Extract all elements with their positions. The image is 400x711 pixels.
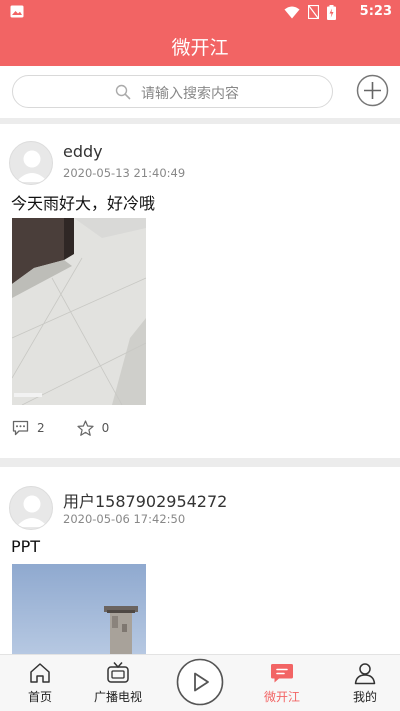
chat-icon [271,664,293,683]
post-timestamp: 2020-05-06 17:42:50 [63,512,186,526]
title-bar: 微开江 [0,24,400,66]
post-photo[interactable] [12,564,146,654]
image-notification-icon [10,5,24,18]
wifi-icon [284,6,300,18]
search-icon [115,84,131,100]
page-title: 微开江 [171,37,229,59]
tab-weikaijiang[interactable]: 微开江 [242,655,322,711]
comment-icon [12,420,29,436]
like-action[interactable]: 0 [77,419,110,437]
star-icon [77,419,94,436]
post-actions: 2 0 [12,418,141,438]
user-icon [354,663,376,685]
comment-action[interactable]: 2 [12,420,45,436]
post-text: PPT [11,537,41,556]
default-avatar-icon [16,495,48,527]
search-row: 请输入搜索内容 [0,66,400,118]
post-username[interactable]: eddy [63,142,103,161]
tab-mine[interactable]: 我的 [325,655,400,711]
post-card[interactable]: eddy 2020-05-13 21:40:49 今天雨好大，好冷哦 2 0 [0,124,400,458]
search-placeholder: 请输入搜索内容 [141,86,239,102]
tab-label: 首页 [27,690,52,704]
system-icons [284,4,336,20]
post-card[interactable]: 用户1587902954272 2020-05-06 17:42:50 PPT [0,467,400,654]
status-time: 5:23 [359,4,392,19]
tab-label: 微开江 [263,690,300,704]
tab-label: 广播电视 [93,690,142,704]
avatar[interactable] [9,486,53,530]
status-bar: 5:23 [0,0,400,24]
play-icon[interactable] [176,658,224,706]
divider [0,458,400,467]
tab-label: 我的 [352,690,377,704]
like-count: 0 [101,421,110,435]
add-circle-icon[interactable] [356,74,389,107]
avatar[interactable] [9,141,53,185]
tab-tv[interactable]: 广播电视 [78,655,158,711]
post-photo[interactable] [12,218,146,405]
no-signal-icon [308,5,319,19]
home-icon [30,663,50,683]
bottom-tab-bar: 首页 广播电视 微开江 我的 [0,654,400,711]
comment-count: 2 [37,421,45,435]
battery-charging-icon [327,4,336,20]
post-text: 今天雨好大，好冷哦 [11,194,156,213]
tab-home[interactable]: 首页 [0,655,80,711]
tv-icon [107,662,129,683]
post-username[interactable]: 用户1587902954272 [63,488,227,512]
default-avatar-icon [16,150,48,182]
post-timestamp: 2020-05-13 21:40:49 [63,166,186,180]
search-input[interactable]: 请输入搜索内容 [12,75,333,108]
